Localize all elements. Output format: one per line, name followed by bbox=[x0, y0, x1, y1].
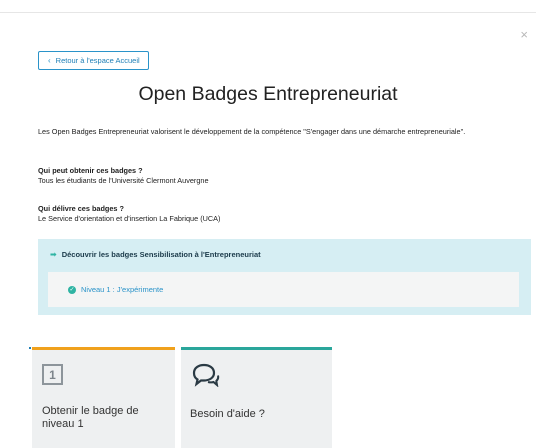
qa-who-can-obtain: Qui peut obtenir ces badges ? Tous les é… bbox=[38, 166, 518, 185]
help-label: Besoin d'aide ? bbox=[190, 408, 265, 420]
answer: Tous les étudiants de l'Université Clerm… bbox=[38, 175, 209, 185]
back-to-home-button[interactable]: ‹ Retour à l'espace Accueil bbox=[38, 51, 149, 70]
chevron-left-icon: ‹ bbox=[48, 56, 51, 65]
chat-bubbles-icon bbox=[190, 363, 220, 392]
level-1-label: Niveau 1 : J'expérimente bbox=[81, 285, 164, 294]
qa-who-delivers: Qui délivre ces badges ? Le Service d'or… bbox=[38, 204, 518, 223]
close-icon[interactable]: × bbox=[520, 28, 528, 41]
answer: Le Service d'orientation et d'insertion … bbox=[38, 213, 221, 223]
back-button-label: Retour à l'espace Accueil bbox=[55, 56, 140, 65]
question: Qui peut obtenir ces badges ? bbox=[38, 166, 143, 175]
check-circle-icon: ✓ bbox=[68, 285, 76, 294]
question: Qui délivre ces badges ? bbox=[38, 204, 124, 213]
top-divider bbox=[0, 12, 536, 13]
decorative-dot bbox=[29, 347, 31, 349]
intro-text: Les Open Badges Entrepreneuriat valorise… bbox=[38, 127, 466, 136]
obtain-badge-card[interactable]: 1 Obtenir le badge de niveau 1 bbox=[32, 347, 175, 448]
discover-heading-label: Découvrir les badges Sensibilisation à l… bbox=[61, 250, 261, 259]
badge-number-icon: 1 bbox=[42, 364, 63, 385]
obtain-badge-label: Obtenir le badge de niveau 1 bbox=[42, 405, 139, 430]
help-card[interactable]: Besoin d'aide ? bbox=[181, 347, 332, 448]
discover-heading[interactable]: ➡ Découvrir les badges Sensibilisation à… bbox=[50, 250, 261, 259]
discover-panel: ➡ Découvrir les badges Sensibilisation à… bbox=[38, 239, 531, 315]
page-title: Open Badges Entrepreneuriat bbox=[138, 83, 398, 105]
level-1-link[interactable]: ✓ Niveau 1 : J'expérimente bbox=[48, 272, 519, 307]
arrow-right-icon: ➡ bbox=[50, 250, 57, 259]
